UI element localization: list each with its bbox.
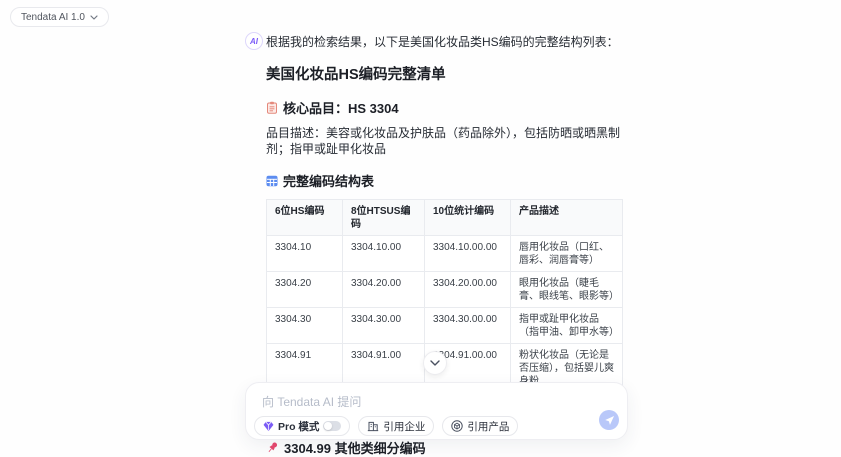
table-section-heading-text: 完整编码结构表 bbox=[283, 174, 375, 189]
pro-mode-label: Pro 模式 bbox=[278, 420, 320, 433]
paper-plane-icon bbox=[604, 415, 615, 426]
scroll-to-bottom-button[interactable] bbox=[423, 351, 447, 375]
message-title: 美国化妆品HS编码完整清单 bbox=[266, 67, 446, 83]
table-icon bbox=[266, 175, 278, 187]
table-row: 3304.10 3304.10.00 3304.10.00.00 唇用化妆品（口红、唇… bbox=[266, 235, 623, 272]
table-cell: 3304.10.00.00 bbox=[424, 235, 511, 272]
building-icon bbox=[367, 420, 379, 432]
toggle-knob bbox=[324, 422, 333, 430]
chat-input[interactable] bbox=[262, 393, 592, 411]
ai-avatar-label: AI bbox=[250, 36, 258, 46]
composer-chip-row: Pro 模式 引用企业 引用产品 bbox=[254, 416, 519, 436]
model-selector-label: Tendata AI 1.0 bbox=[21, 11, 85, 23]
cite-company-label: 引用企业 bbox=[383, 420, 426, 433]
table-cell: 眼用化妆品（睫毛膏、眼线笔、眼影等） bbox=[510, 271, 623, 308]
table-header-cell: 10位统计编码 bbox=[424, 199, 511, 236]
table-cell: 3304.20.00 bbox=[342, 271, 425, 308]
cite-product-label: 引用产品 bbox=[467, 420, 510, 433]
chevron-down-icon bbox=[90, 14, 98, 20]
table-cell: 3304.30.00.00 bbox=[424, 307, 511, 344]
table-cell: 3304.10.00 bbox=[342, 235, 425, 272]
product-icon bbox=[451, 420, 464, 432]
table-row: 3304.20 3304.20.00 3304.20.00.00 眼用化妆品（睫毛膏、… bbox=[266, 271, 623, 308]
table-section-heading: 完整编码结构表 bbox=[266, 171, 629, 190]
chevron-down-icon bbox=[430, 360, 440, 366]
core-section-heading: 核心品目：HS 3304 bbox=[266, 98, 629, 117]
table-header-cell: 产品描述 bbox=[510, 199, 623, 236]
cite-product-chip[interactable]: 引用产品 bbox=[442, 416, 519, 436]
ai-avatar: AI bbox=[245, 32, 263, 50]
core-section-description: 品目描述：美容或化妆品及护肤品（药品除外），包括防晒或晒黑制剂；指甲或趾甲化妆品 bbox=[266, 126, 621, 156]
subdivision-section-heading: 3304.99 其他类细分编码 bbox=[266, 438, 629, 457]
table-cell: 3304.30.00 bbox=[342, 307, 425, 344]
send-button[interactable] bbox=[599, 410, 619, 430]
table-header-row: 6位HS编码 8位HTSUS编码 10位统计编码 产品描述 bbox=[266, 199, 623, 236]
table-cell: 3304.30 bbox=[266, 307, 343, 344]
table-cell: 3304.10 bbox=[266, 235, 343, 272]
subdivision-section-heading-text: 3304.99 其他类细分编码 bbox=[284, 441, 426, 456]
core-section-heading-text: 核心品目：HS 3304 bbox=[283, 101, 399, 116]
table-row: 3304.30 3304.30.00 3304.30.00.00 指甲或趾甲化妆品（指… bbox=[266, 307, 623, 344]
cite-company-chip[interactable]: 引用企业 bbox=[358, 416, 435, 436]
table-cell: 3304.20 bbox=[266, 271, 343, 308]
table-cell: 唇用化妆品（口红、唇彩、润唇膏等） bbox=[510, 235, 623, 272]
table-cell: 指甲或趾甲化妆品（指甲油、卸甲水等） bbox=[510, 307, 623, 344]
composer: Pro 模式 引用企业 bbox=[245, 382, 628, 440]
pro-mode-toggle[interactable] bbox=[323, 421, 342, 431]
pro-mode-chip[interactable]: Pro 模式 bbox=[254, 416, 351, 436]
table-header-cell: 6位HS编码 bbox=[266, 199, 343, 236]
message-intro: 根据我的检索结果，以下是美国化妆品类HS编码的完整结构列表： bbox=[266, 35, 619, 49]
table-cell: 3304.20.00.00 bbox=[424, 271, 511, 308]
table-header-cell: 8位HTSUS编码 bbox=[342, 199, 425, 236]
pro-gem-icon bbox=[263, 421, 274, 432]
model-selector[interactable]: Tendata AI 1.0 bbox=[10, 7, 109, 27]
clipboard-icon bbox=[266, 101, 278, 114]
